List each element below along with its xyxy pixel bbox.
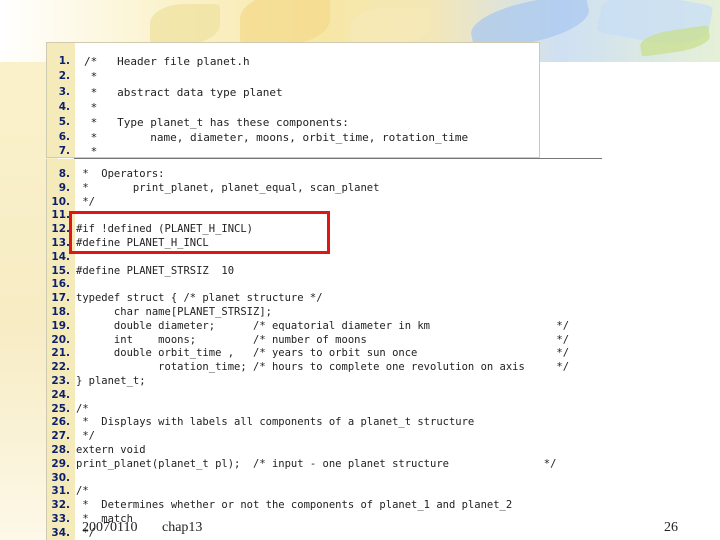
line-number: 16.	[51, 278, 70, 291]
footer-date: 20070110	[82, 520, 138, 535]
line-number: 21.	[51, 347, 70, 360]
code-text: */	[76, 195, 95, 208]
code-text: * print_planet, planet_equal, scan_plane…	[76, 181, 380, 194]
line-number: 2.	[58, 70, 70, 82]
line-number: 30.	[51, 471, 70, 484]
code-text: int moons; /* number of moons */	[76, 333, 570, 346]
line-number: 15.	[51, 264, 70, 277]
code-text: /*	[76, 485, 89, 498]
code-text: double diameter; /* equatorial diameter …	[76, 319, 570, 332]
code-text: /*	[76, 402, 89, 415]
code-text: * abstract data type planet	[84, 86, 283, 99]
code-text: typedef struct { /* planet structure */	[76, 292, 323, 305]
line-number: 5.	[58, 116, 70, 128]
line-number: 18.	[51, 306, 70, 318]
line-number: 7.	[58, 145, 70, 157]
line-number: 27.	[51, 430, 70, 443]
code-text: *	[84, 145, 98, 158]
code-text: *	[84, 101, 98, 114]
code-text: * Type planet_t has these components:	[84, 116, 349, 129]
code-text: double orbit_time , /* years to orbit su…	[76, 347, 570, 360]
line-number: 9.	[58, 181, 70, 194]
line-number: 20.	[51, 333, 70, 346]
code-text: /* Header file planet.h	[84, 55, 250, 68]
line-number: 25.	[51, 402, 70, 415]
code-text: print_planet(planet_t pl); /* input - on…	[76, 457, 557, 470]
code-text: rotation_time; /* hours to complete one …	[76, 361, 570, 374]
code-text: * Displays with labels all components of…	[76, 416, 475, 429]
code-text: */	[76, 430, 95, 443]
page-number: 26	[664, 520, 678, 535]
line-number: 4.	[58, 101, 70, 113]
line-number: 32.	[51, 499, 70, 512]
line-number: 11.	[51, 209, 70, 222]
code-text: extern void	[76, 444, 146, 456]
line-number: 3.	[58, 86, 70, 98]
line-number: 33.	[51, 513, 70, 525]
line-number: 26.	[51, 416, 70, 429]
code-text: * Determines whether or not the componen…	[76, 499, 513, 512]
line-number: 29.	[51, 457, 70, 470]
line-number: 24.	[51, 388, 70, 401]
line-number: 34.	[51, 526, 70, 539]
code-text: char name[PLANET_STRSIZ];	[76, 306, 272, 318]
code-text: *	[84, 70, 98, 83]
line-number: 19.	[51, 319, 70, 332]
line-number: 22.	[51, 361, 70, 374]
line-number: 13.	[51, 237, 70, 249]
code-text: * Operators:	[76, 168, 165, 180]
line-number: 1.	[58, 55, 70, 67]
code-text: #define PLANET_STRSIZ 10	[76, 264, 235, 277]
code-text: * name, diameter, moons, orbit_time, rot…	[84, 131, 469, 144]
line-number: 12.	[51, 223, 70, 236]
line-number: 6.	[58, 131, 70, 143]
line-number: 31.	[51, 485, 70, 498]
line-number: 28.	[51, 444, 70, 456]
panel-divider	[74, 158, 602, 159]
line-number: 8.	[58, 168, 70, 180]
line-number: 23.	[51, 375, 70, 387]
footer-title: chap13	[162, 520, 203, 535]
include-guard-highlight	[69, 211, 330, 254]
line-number: 17.	[51, 292, 70, 305]
line-number: 14.	[51, 250, 70, 263]
code-text: } planet_t;	[76, 375, 146, 387]
line-number: 10.	[51, 195, 70, 208]
